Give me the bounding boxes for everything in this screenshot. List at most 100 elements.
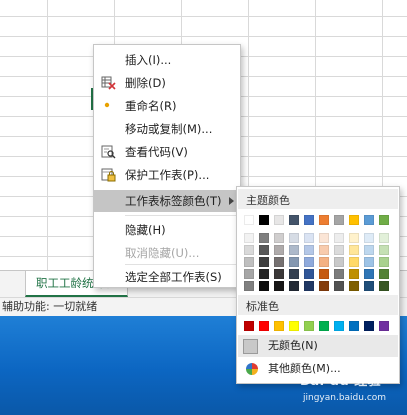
theme-color-swatch[interactable] [274,281,284,291]
theme-color-swatch[interactable] [274,245,284,255]
theme-color-swatch[interactable] [349,269,359,279]
menu-item-tab-color[interactable]: 工作表标签颜色(T) [94,190,240,212]
theme-color-swatch[interactable] [274,233,284,243]
theme-color-swatch[interactable] [244,257,254,267]
menu-item-label: 重命名(R) [125,99,177,113]
theme-color-swatch[interactable] [304,233,314,243]
standard-color-swatch[interactable] [334,321,344,331]
standard-color-swatch[interactable] [364,321,374,331]
view-code-icon [101,145,116,159]
menu-item-label: 工作表标签颜色(T) [125,194,222,208]
menu-separator [125,264,237,265]
menu-item-label: 移动或复制(M)... [125,122,213,136]
theme-color-swatch[interactable] [379,233,389,243]
submenu-arrow-icon [229,197,234,205]
theme-color-swatch[interactable] [319,257,329,267]
theme-color-swatch[interactable] [244,281,254,291]
menu-item-insert[interactable]: 插入(I)... [94,49,240,71]
no-color-option[interactable]: 无颜色(N) [238,335,398,357]
theme-color-swatch[interactable] [319,245,329,255]
baidu-watermark-url: jingyan.baidu.com [303,393,387,403]
theme-color-swatch[interactable] [289,233,299,243]
tab-color-submenu: 主题颜色 标准色 无颜色(N) 其他颜色(M)... [236,186,400,384]
theme-color-swatch[interactable] [304,257,314,267]
theme-color-swatch[interactable] [304,281,314,291]
theme-color-swatch[interactable] [334,245,344,255]
rename-dot-icon [101,99,116,113]
theme-color-swatch[interactable] [334,281,344,291]
standard-color-swatch[interactable] [274,321,284,331]
theme-color-swatch[interactable] [274,257,284,267]
standard-color-swatch[interactable] [259,321,269,331]
theme-color-swatch[interactable] [319,269,329,279]
theme-color-swatch[interactable] [379,281,389,291]
theme-color-swatch[interactable] [244,245,254,255]
theme-color-swatch[interactable] [364,245,374,255]
theme-color-swatch[interactable] [304,245,314,255]
theme-color-swatch[interactable] [364,215,374,225]
menu-item-label: 删除(D) [125,76,166,90]
theme-color-swatch[interactable] [289,257,299,267]
sheet-tab-context-menu: 插入(I)... 删除(D) 重命名(R) 移动或复制(M)... 查看代码(V… [93,44,241,288]
theme-color-swatch[interactable] [274,215,284,225]
theme-color-swatch[interactable] [259,245,269,255]
status-text: 辅助功能: 一切就绪 [2,300,98,313]
theme-color-swatch[interactable] [259,215,269,225]
theme-color-swatch[interactable] [274,269,284,279]
theme-color-swatch[interactable] [289,215,299,225]
theme-color-swatch[interactable] [334,257,344,267]
theme-color-swatch[interactable] [364,269,374,279]
menu-item-rename[interactable]: 重命名(R) [94,95,240,117]
theme-color-swatch[interactable] [349,257,359,267]
theme-color-swatch[interactable] [379,245,389,255]
delete-sheet-icon [101,76,116,90]
standard-color-swatch[interactable] [379,321,389,331]
menu-item-move-copy[interactable]: 移动或复制(M)... [94,118,240,140]
menu-item-label: 选定全部工作表(S) [125,270,222,284]
theme-color-swatch[interactable] [364,257,374,267]
theme-color-swatch[interactable] [259,257,269,267]
no-color-label: 无颜色(N) [268,339,318,352]
theme-color-swatch[interactable] [379,257,389,267]
theme-color-swatch[interactable] [364,281,374,291]
theme-color-swatch[interactable] [379,269,389,279]
theme-color-swatch[interactable] [379,215,389,225]
theme-color-swatch[interactable] [244,233,254,243]
theme-color-swatch[interactable] [349,215,359,225]
theme-color-swatch[interactable] [259,269,269,279]
protect-sheet-icon [101,168,116,182]
theme-color-swatch[interactable] [304,269,314,279]
theme-color-swatch[interactable] [289,245,299,255]
menu-item-protect-sheet[interactable]: 保护工作表(P)... [94,164,240,186]
theme-color-swatch[interactable] [259,233,269,243]
theme-color-swatch[interactable] [349,281,359,291]
theme-color-swatch[interactable] [304,215,314,225]
standard-color-swatch[interactable] [304,321,314,331]
menu-item-label: 隐藏(H) [125,223,166,237]
menu-item-delete[interactable]: 删除(D) [94,72,240,94]
theme-color-swatch[interactable] [319,233,329,243]
theme-color-swatch[interactable] [244,269,254,279]
menu-item-select-all-sheets[interactable]: 选定全部工作表(S) [94,266,240,288]
theme-color-swatch[interactable] [334,269,344,279]
theme-color-swatch[interactable] [334,233,344,243]
menu-item-view-code[interactable]: 查看代码(V) [94,141,240,163]
theme-color-swatch[interactable] [364,233,374,243]
menu-item-hide[interactable]: 隐藏(H) [94,219,240,241]
theme-color-swatch[interactable] [289,269,299,279]
theme-color-swatch[interactable] [349,245,359,255]
theme-color-swatch[interactable] [289,281,299,291]
theme-color-swatch[interactable] [319,215,329,225]
menu-item-label: 插入(I)... [125,53,172,67]
theme-color-swatch[interactable] [244,215,254,225]
theme-color-swatch[interactable] [319,281,329,291]
theme-color-swatch[interactable] [334,215,344,225]
theme-color-swatch[interactable] [259,281,269,291]
theme-color-swatch[interactable] [349,233,359,243]
menu-item-label: 保护工作表(P)... [125,168,210,182]
standard-color-swatch[interactable] [289,321,299,331]
standard-color-swatch[interactable] [349,321,359,331]
standard-color-swatch[interactable] [319,321,329,331]
menu-separator [125,215,237,216]
standard-color-swatch[interactable] [244,321,254,331]
